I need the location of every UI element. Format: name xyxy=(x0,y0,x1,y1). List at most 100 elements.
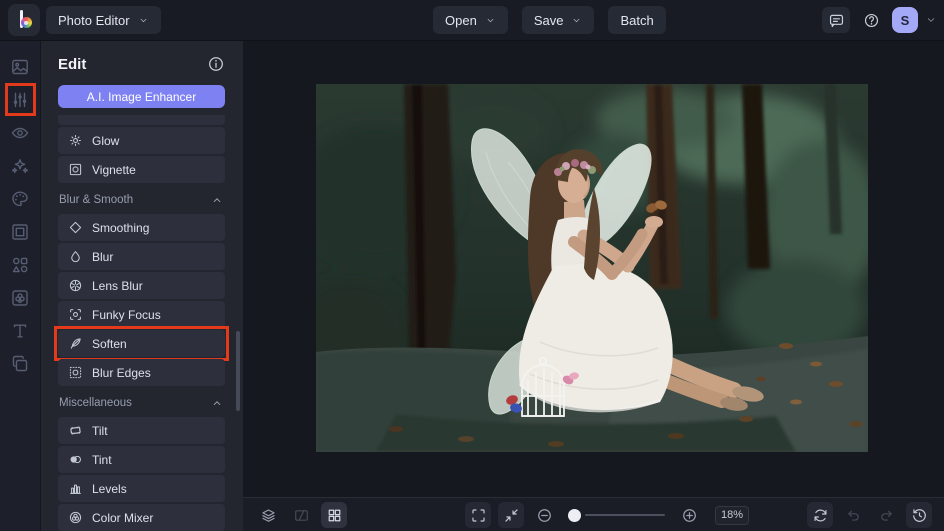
photo-image[interactable] xyxy=(316,84,868,452)
panel-scrollbar[interactable] xyxy=(236,331,240,411)
frame-icon xyxy=(10,222,30,242)
eye-icon xyxy=(10,123,30,143)
tool-item-smoothing[interactable]: Smoothing xyxy=(58,214,225,241)
tool-item-levels[interactable]: Levels xyxy=(58,475,225,502)
undo-button[interactable] xyxy=(840,502,866,528)
rail-item-graphics[interactable] xyxy=(4,248,37,281)
rail-item-touch-up[interactable] xyxy=(4,116,37,149)
tool-item-blur-edges[interactable]: Blur Edges xyxy=(58,359,225,386)
rail-item-artsy[interactable] xyxy=(4,182,37,215)
tool-item-tint[interactable]: Tint xyxy=(58,446,225,473)
tool-item-vignette[interactable]: Vignette xyxy=(58,156,225,183)
rail-item-overlays[interactable] xyxy=(4,281,37,314)
zoom-slider-track[interactable] xyxy=(585,514,665,516)
reset-button[interactable] xyxy=(807,502,833,528)
help-button[interactable] xyxy=(857,7,885,33)
save-button[interactable]: Save xyxy=(521,6,595,34)
topbar: Photo Editor Open Save Batch S xyxy=(0,0,944,41)
chevron-down-icon[interactable] xyxy=(925,14,937,26)
rail-item-effects[interactable] xyxy=(4,149,37,182)
section-header-label: Miscellaneous xyxy=(59,397,132,409)
zoom-out-icon xyxy=(536,507,553,524)
panel-title: Edit xyxy=(58,55,87,73)
info-icon[interactable] xyxy=(207,55,225,73)
tool-item-label: Funky Focus xyxy=(92,307,161,322)
tool-item-color-mixer[interactable]: Color Mixer xyxy=(58,504,225,531)
color-mixer-icon xyxy=(68,510,83,525)
zoom-in-button[interactable] xyxy=(676,502,702,528)
tool-item-soften[interactable]: Soften xyxy=(54,326,229,361)
chevron-down-icon xyxy=(138,15,149,26)
zoom-in-icon xyxy=(681,507,698,524)
chevron-down-icon xyxy=(571,15,582,26)
compare-button[interactable] xyxy=(288,502,314,528)
app-logo[interactable] xyxy=(8,4,40,36)
left-toolbar xyxy=(0,41,41,531)
fit-to-screen-button[interactable] xyxy=(498,502,524,528)
rail-item-image-manager[interactable] xyxy=(4,50,37,83)
lens-blur-icon xyxy=(68,278,83,293)
comment-icon xyxy=(828,12,845,29)
tool-item-blur[interactable]: Blur xyxy=(58,243,225,270)
reset-icon xyxy=(812,507,829,524)
layers-icon xyxy=(10,354,30,374)
chevron-down-icon xyxy=(485,15,496,26)
feedback-button[interactable] xyxy=(822,7,850,33)
tool-item-label: Tint xyxy=(92,452,112,467)
history-button[interactable] xyxy=(906,502,932,528)
zoom-slider[interactable] xyxy=(568,508,665,522)
tool-item-label: Soften xyxy=(92,336,127,351)
smoothing-icon xyxy=(68,220,83,235)
redo-icon xyxy=(878,507,895,524)
blur-icon xyxy=(68,249,83,264)
tool-item-glow[interactable]: Glow xyxy=(58,127,225,154)
glow-icon xyxy=(68,133,83,148)
zoom-out-button[interactable] xyxy=(531,502,557,528)
fullscreen-button[interactable] xyxy=(465,502,491,528)
rail-item-edit[interactable] xyxy=(4,83,37,116)
open-button[interactable]: Open xyxy=(433,6,508,34)
history-icon xyxy=(911,507,928,524)
tool-item-funky-focus[interactable]: Funky Focus xyxy=(58,301,225,328)
zoom-level-value[interactable]: 18% xyxy=(715,505,750,525)
tool-list: Glow Vignette Blur & Smooth Smoothing Blur Le… xyxy=(54,127,229,531)
zoom-slider-handle[interactable] xyxy=(568,508,581,522)
app-menu-label: Photo Editor xyxy=(58,12,130,28)
tool-item-label: Vignette xyxy=(92,162,136,177)
tool-item-label: Blur xyxy=(92,249,114,264)
tint-icon xyxy=(68,452,83,467)
layer-stack-icon xyxy=(260,507,277,524)
tool-item-label: Levels xyxy=(92,481,127,496)
sparkles-icon xyxy=(10,156,30,176)
ai-image-enhancer-button[interactable]: A.I. Image Enhancer xyxy=(58,85,225,108)
partially-scrolled-item[interactable] xyxy=(58,115,225,125)
grid-view-button[interactable] xyxy=(321,502,347,528)
edit-panel: Edit A.I. Image Enhancer Glow Vignette Blu… xyxy=(41,41,243,531)
tool-item-tilt[interactable]: Tilt xyxy=(58,417,225,444)
avatar[interactable]: S xyxy=(892,7,918,33)
rail-item-text[interactable] xyxy=(4,314,37,347)
rail-item-layers[interactable] xyxy=(4,347,37,380)
canvas xyxy=(243,41,944,497)
fairy-photo-illustration xyxy=(316,84,868,452)
help-icon xyxy=(863,12,880,29)
app-menu-button[interactable]: Photo Editor xyxy=(46,6,161,34)
tool-item-label: Color Mixer xyxy=(92,510,154,525)
overlay-icon xyxy=(10,288,30,308)
layers-panel-button[interactable] xyxy=(255,502,281,528)
undo-icon xyxy=(845,507,862,524)
tool-item-label: Smoothing xyxy=(92,220,150,235)
tool-item-label: Glow xyxy=(92,133,120,148)
chevron-up-icon xyxy=(210,396,224,410)
section-header-blur-smooth[interactable]: Blur & Smooth xyxy=(59,193,224,207)
tool-item-lens-blur[interactable]: Lens Blur xyxy=(58,272,225,299)
text-icon xyxy=(10,321,30,341)
batch-button[interactable]: Batch xyxy=(608,6,666,34)
logo-color-wheel xyxy=(20,17,32,28)
section-header-miscellaneous[interactable]: Miscellaneous xyxy=(59,396,224,410)
shapes-icon xyxy=(10,255,30,275)
rail-item-frames[interactable] xyxy=(4,215,37,248)
soften-icon xyxy=(68,336,83,351)
bottom-toolbar: 18% xyxy=(243,497,944,531)
redo-button[interactable] xyxy=(873,502,899,528)
